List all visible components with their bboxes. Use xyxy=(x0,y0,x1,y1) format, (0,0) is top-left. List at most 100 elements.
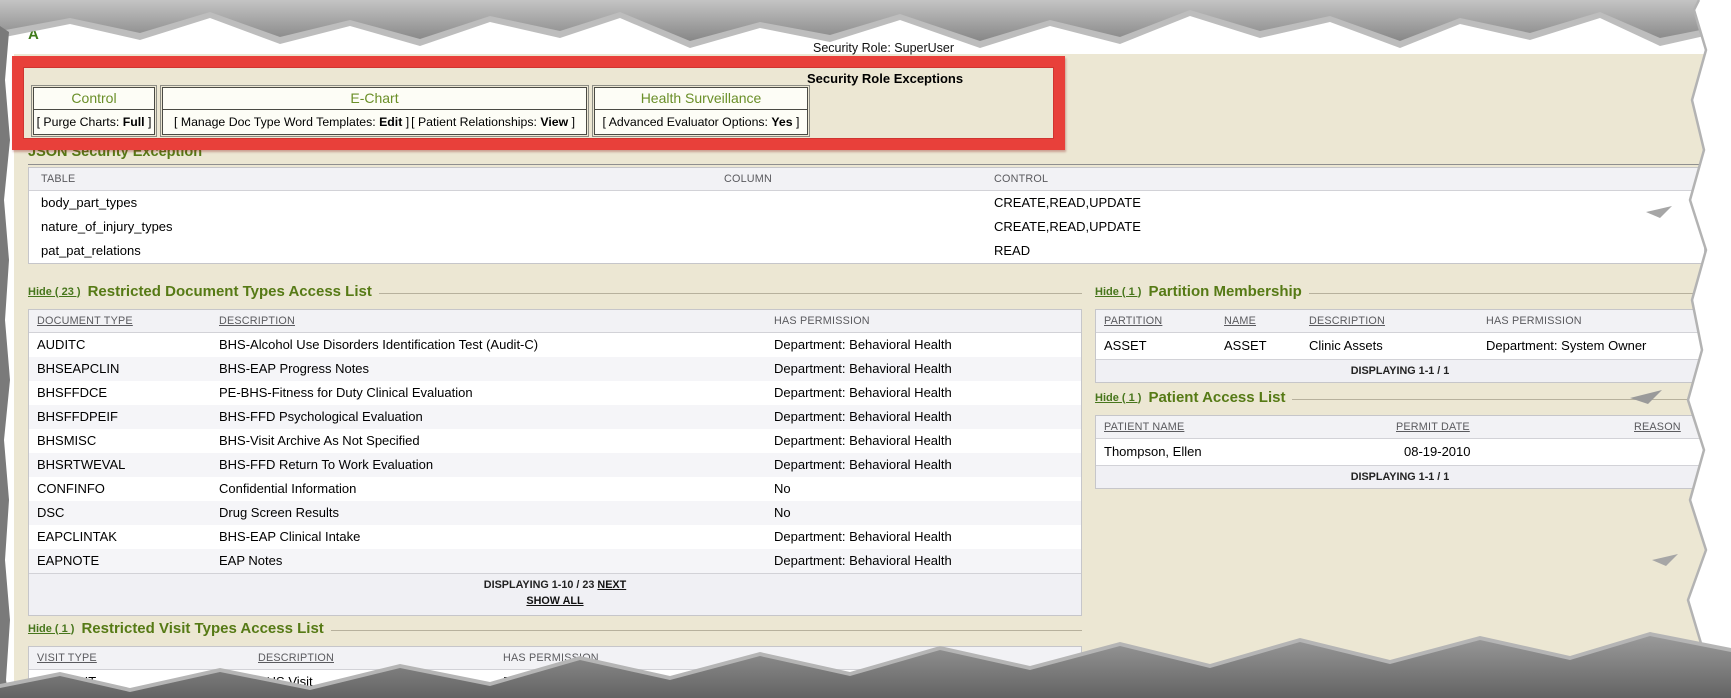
section-rule xyxy=(379,293,1082,294)
table-pager: DISPLAYING 1-1 / 1 xyxy=(1096,465,1704,488)
table-row: DSC Drug Screen Results No xyxy=(29,501,1081,525)
cell-name: Thompson, Ellen xyxy=(1104,439,1202,465)
table-row: BHSVISIT BHS Visit Department: Behavioral … xyxy=(29,670,1081,694)
table-header-row: PARTITION NAME DESCRIPTION HAS PERMISSIO… xyxy=(1096,310,1704,333)
column-header-has-permission: HAS PERMISSION xyxy=(774,310,870,332)
column-header-permit-date[interactable]: PERMIT DATE xyxy=(1396,416,1470,438)
column-header-reason[interactable]: REASON xyxy=(1634,416,1681,438)
column-header-description[interactable]: DESCRIPTION xyxy=(219,310,295,332)
column-header-has-permission: HAS PERMISSION xyxy=(1486,310,1582,332)
cell-type: EAPCLINTAK xyxy=(37,525,117,549)
pager-next-link[interactable]: NEXT xyxy=(597,579,626,591)
table-pager: DISPLAYING 1-1 / 1 xyxy=(1096,359,1704,382)
cell-type: DSC xyxy=(37,501,64,525)
cell-type: BHSVISIT xyxy=(37,670,96,694)
restricted-documents-section-header: Hide ( 23 ) Restricted Document Types Ac… xyxy=(28,283,1082,300)
table-row: AUDITCBHS-Alcohol Use Disorders Identifi… xyxy=(29,333,1081,357)
cell-table: pat_pat_relations xyxy=(41,239,141,263)
hide-link[interactable]: Hide ( 1 ) xyxy=(28,623,74,635)
cell-type: BHSEAPCLIN xyxy=(37,357,119,381)
cell-perm: Department: Behavioral Health xyxy=(774,357,952,381)
cell-desc: BHS-EAP Clinical Intake xyxy=(219,525,360,549)
cell-desc: Drug Screen Results xyxy=(219,501,339,525)
cell-desc: EAP Notes xyxy=(219,549,282,573)
cell-desc: BHS-EAP Progress Notes xyxy=(219,357,369,381)
table-body: AUDITCBHS-Alcohol Use Disorders Identifi… xyxy=(29,333,1081,573)
cell-desc: BHS Visit xyxy=(258,670,313,694)
table-header-row: TABLE COLUMN CONTROL xyxy=(29,168,1704,191)
table-row: EAPNOTE EAP Notes Department: Behavioral H… xyxy=(29,549,1081,573)
section-title: Patient Access List xyxy=(1148,389,1285,406)
security-role-label: Security Role: SuperUser xyxy=(813,41,954,55)
column-header-visit-type[interactable]: VISIT TYPE xyxy=(37,647,97,669)
table-header-row: DOCUMENT TYPE DESCRIPTION HAS PERMISSION xyxy=(29,310,1081,333)
cell-perm: No xyxy=(774,477,791,501)
column-header-has-permission: HAS PERMISSION xyxy=(503,647,599,669)
cell-type: BHSFFDCE xyxy=(37,381,107,405)
cell-perm: Department: Behavioral Health xyxy=(774,453,952,477)
pager-show-all-link[interactable]: SHOW ALL xyxy=(526,595,583,607)
cell-perm: Department: Behavioral Health xyxy=(503,670,681,694)
annotation-red-box xyxy=(12,56,1065,150)
top-tear xyxy=(0,0,1731,41)
restricted-visits-table: VISIT TYPE DESCRIPTION HAS PERMISSION BH… xyxy=(28,646,1082,698)
cell-desc: Clinic Assets xyxy=(1309,333,1383,359)
cell-type: BHSRTWEVAL xyxy=(37,453,125,477)
cell-name: ASSET xyxy=(1224,333,1267,359)
cell-perm: Department: Behavioral Health xyxy=(774,405,952,429)
left-tear-ridge xyxy=(0,26,10,698)
column-header-name[interactable]: NAME xyxy=(1224,310,1256,332)
cell-control: CREATE,READ,UPDATE xyxy=(994,215,1141,239)
torn-heading-fragment: A xyxy=(28,26,39,43)
cell-control: CREATE,READ,UPDATE xyxy=(994,191,1141,215)
section-rule xyxy=(331,630,1082,631)
cell-type: AUDITC xyxy=(37,333,85,357)
table-row: BHSFFDPEIFBHS-FFD Psychological Evaluati… xyxy=(29,405,1081,429)
column-header-column: COLUMN xyxy=(724,168,772,190)
cell-perm: Department: Behavioral Health xyxy=(774,429,952,453)
table-body: body_part_typesCREATE,READ,UPDATEnature_… xyxy=(29,191,1704,263)
table-body: Thompson, Ellen 08-19-2010 xyxy=(1096,439,1704,465)
table-row: BHSRTWEVALBHS-FFD Return To Work Evaluat… xyxy=(29,453,1081,477)
cell-type: EAPNOTE xyxy=(37,549,99,573)
table-row: EAPCLINTAKBHS-EAP Clinical IntakeDepartm… xyxy=(29,525,1081,549)
column-header-partition[interactable]: PARTITION xyxy=(1104,310,1162,332)
table-body: ASSET ASSET Clinic Assets Department: Syste… xyxy=(1096,333,1704,359)
cell-table: body_part_types xyxy=(41,191,137,215)
patient-access-section-header: Hide ( 1 ) Patient Access List xyxy=(1095,389,1705,406)
cell-table: nature_of_injury_types xyxy=(41,215,173,239)
cell-desc: Confidential Information xyxy=(219,477,356,501)
cell-perm: Department: System Owner xyxy=(1486,333,1646,359)
column-header-document-type[interactable]: DOCUMENT TYPE xyxy=(37,310,133,332)
section-title: Partition Membership xyxy=(1148,283,1301,300)
section-title: Restricted Visit Types Access List xyxy=(81,620,323,637)
cell-perm: Department: Behavioral Health xyxy=(774,381,952,405)
cell-type: BHSMISC xyxy=(37,429,96,453)
cell-date: 08-19-2010 xyxy=(1404,439,1471,465)
cell-desc: BHS-FFD Psychological Evaluation xyxy=(219,405,423,429)
section-rule xyxy=(1309,293,1705,294)
cell-perm: Department: Behavioral Health xyxy=(774,549,952,573)
patient-access-table: PATIENT NAME PERMIT DATE REASON Thompson… xyxy=(1095,415,1705,489)
column-header-description[interactable]: DESCRIPTION xyxy=(1309,310,1385,332)
hide-link[interactable]: Hide ( 1 ) xyxy=(1095,392,1141,404)
cell-partition: ASSET xyxy=(1104,333,1147,359)
hide-link[interactable]: Hide ( 23 ) xyxy=(28,286,81,298)
column-header-patient-name[interactable]: PATIENT NAME xyxy=(1104,416,1184,438)
partition-membership-section-header: Hide ( 1 ) Partition Membership xyxy=(1095,283,1705,300)
table-row: BHSEAPCLIN BHS-EAP Progress Notes Departme… xyxy=(29,357,1081,381)
cell-perm: No xyxy=(774,501,791,525)
cell-desc: BHS-Visit Archive As Not Specified xyxy=(219,429,420,453)
partition-membership-table: PARTITION NAME DESCRIPTION HAS PERMISSIO… xyxy=(1095,309,1705,383)
table-pager: DISPLAYING 1-10 / 23 NEXT SHOW ALL xyxy=(29,573,1081,615)
table-row: nature_of_injury_types CREATE,READ,UPDATE xyxy=(29,215,1704,239)
cell-type: CONFINFO xyxy=(37,477,105,501)
table-row: pat_pat_relationsREAD xyxy=(29,239,1704,263)
cell-perm: Department: Behavioral Health xyxy=(774,333,952,357)
screenshot-root: A Security Role: SuperUser Security Role… xyxy=(0,0,1731,698)
column-header-description[interactable]: DESCRIPTION xyxy=(258,647,334,669)
table-row: Thompson, Ellen 08-19-2010 xyxy=(1096,439,1704,465)
table-row: BHSMISC BHS-Visit Archive As Not Specifie… xyxy=(29,429,1081,453)
pager-displaying: DISPLAYING 1-10 / 23 xyxy=(484,579,595,591)
hide-link[interactable]: Hide ( 1 ) xyxy=(1095,286,1141,298)
